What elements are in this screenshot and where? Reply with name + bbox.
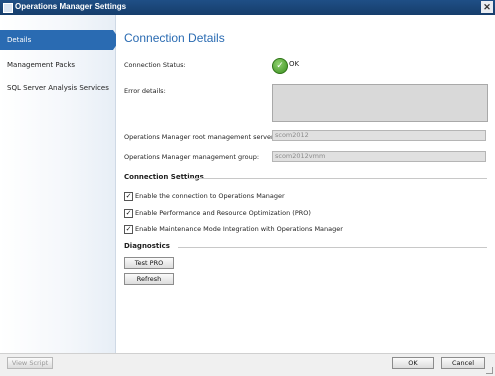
management-group-label: Operations Manager management group: (124, 153, 260, 161)
footer-bar: View Script OK Cancel (0, 353, 495, 376)
title-bar: Operations Manager Settings ✕ (0, 0, 495, 15)
cancel-button[interactable]: Cancel (441, 357, 485, 369)
root-server-label: Operations Manager root management serve… (124, 133, 276, 141)
refresh-button[interactable]: Refresh (124, 273, 174, 285)
connection-settings-heading: Connection Settings (124, 173, 487, 183)
resize-grip-icon[interactable] (486, 367, 493, 374)
enable-connection-checkbox[interactable]: ✓ (124, 192, 133, 201)
connection-settings-title: Connection Settings (124, 173, 204, 181)
enable-pro-checkbox[interactable]: ✓ (124, 209, 133, 218)
ok-button[interactable]: OK (392, 357, 434, 369)
close-icon[interactable]: ✕ (481, 1, 493, 13)
connection-status-value: OK (289, 60, 300, 68)
root-server-field[interactable]: scom2012 (272, 130, 486, 141)
error-details-label: Error details: (124, 87, 166, 95)
diagnostics-heading: Diagnostics (124, 242, 487, 252)
diagnostics-title: Diagnostics (124, 242, 170, 250)
sidebar-item-details[interactable]: Details (0, 30, 120, 50)
sidebar: Details Management Packs SQL Server Anal… (0, 15, 120, 353)
enable-pro-label: Enable Performance and Resource Optimiza… (135, 209, 311, 217)
app-icon (3, 3, 13, 13)
details-panel: Connection Details Connection Status: ✓ … (116, 15, 495, 353)
connection-status-label: Connection Status: (124, 61, 186, 69)
enable-maintenance-checkbox[interactable]: ✓ (124, 225, 133, 234)
check-icon: ✓ (272, 58, 288, 74)
sidebar-item-management-packs[interactable]: Management Packs (0, 55, 113, 75)
enable-connection-label: Enable the connection to Operations Mana… (135, 192, 285, 200)
section-divider (178, 247, 487, 248)
view-script-button[interactable]: View Script (7, 357, 53, 369)
section-divider (188, 178, 487, 179)
test-pro-button[interactable]: Test PRO (124, 257, 174, 269)
window-title: Operations Manager Settings (15, 2, 127, 11)
management-group-field[interactable]: scom2012vmm (272, 151, 486, 162)
sidebar-item-sql-server-analysis-services[interactable]: SQL Server Analysis Services (0, 78, 113, 98)
page-title: Connection Details (124, 31, 225, 45)
enable-maintenance-label: Enable Maintenance Mode Integration with… (135, 225, 343, 233)
error-details-field[interactable] (272, 84, 488, 122)
